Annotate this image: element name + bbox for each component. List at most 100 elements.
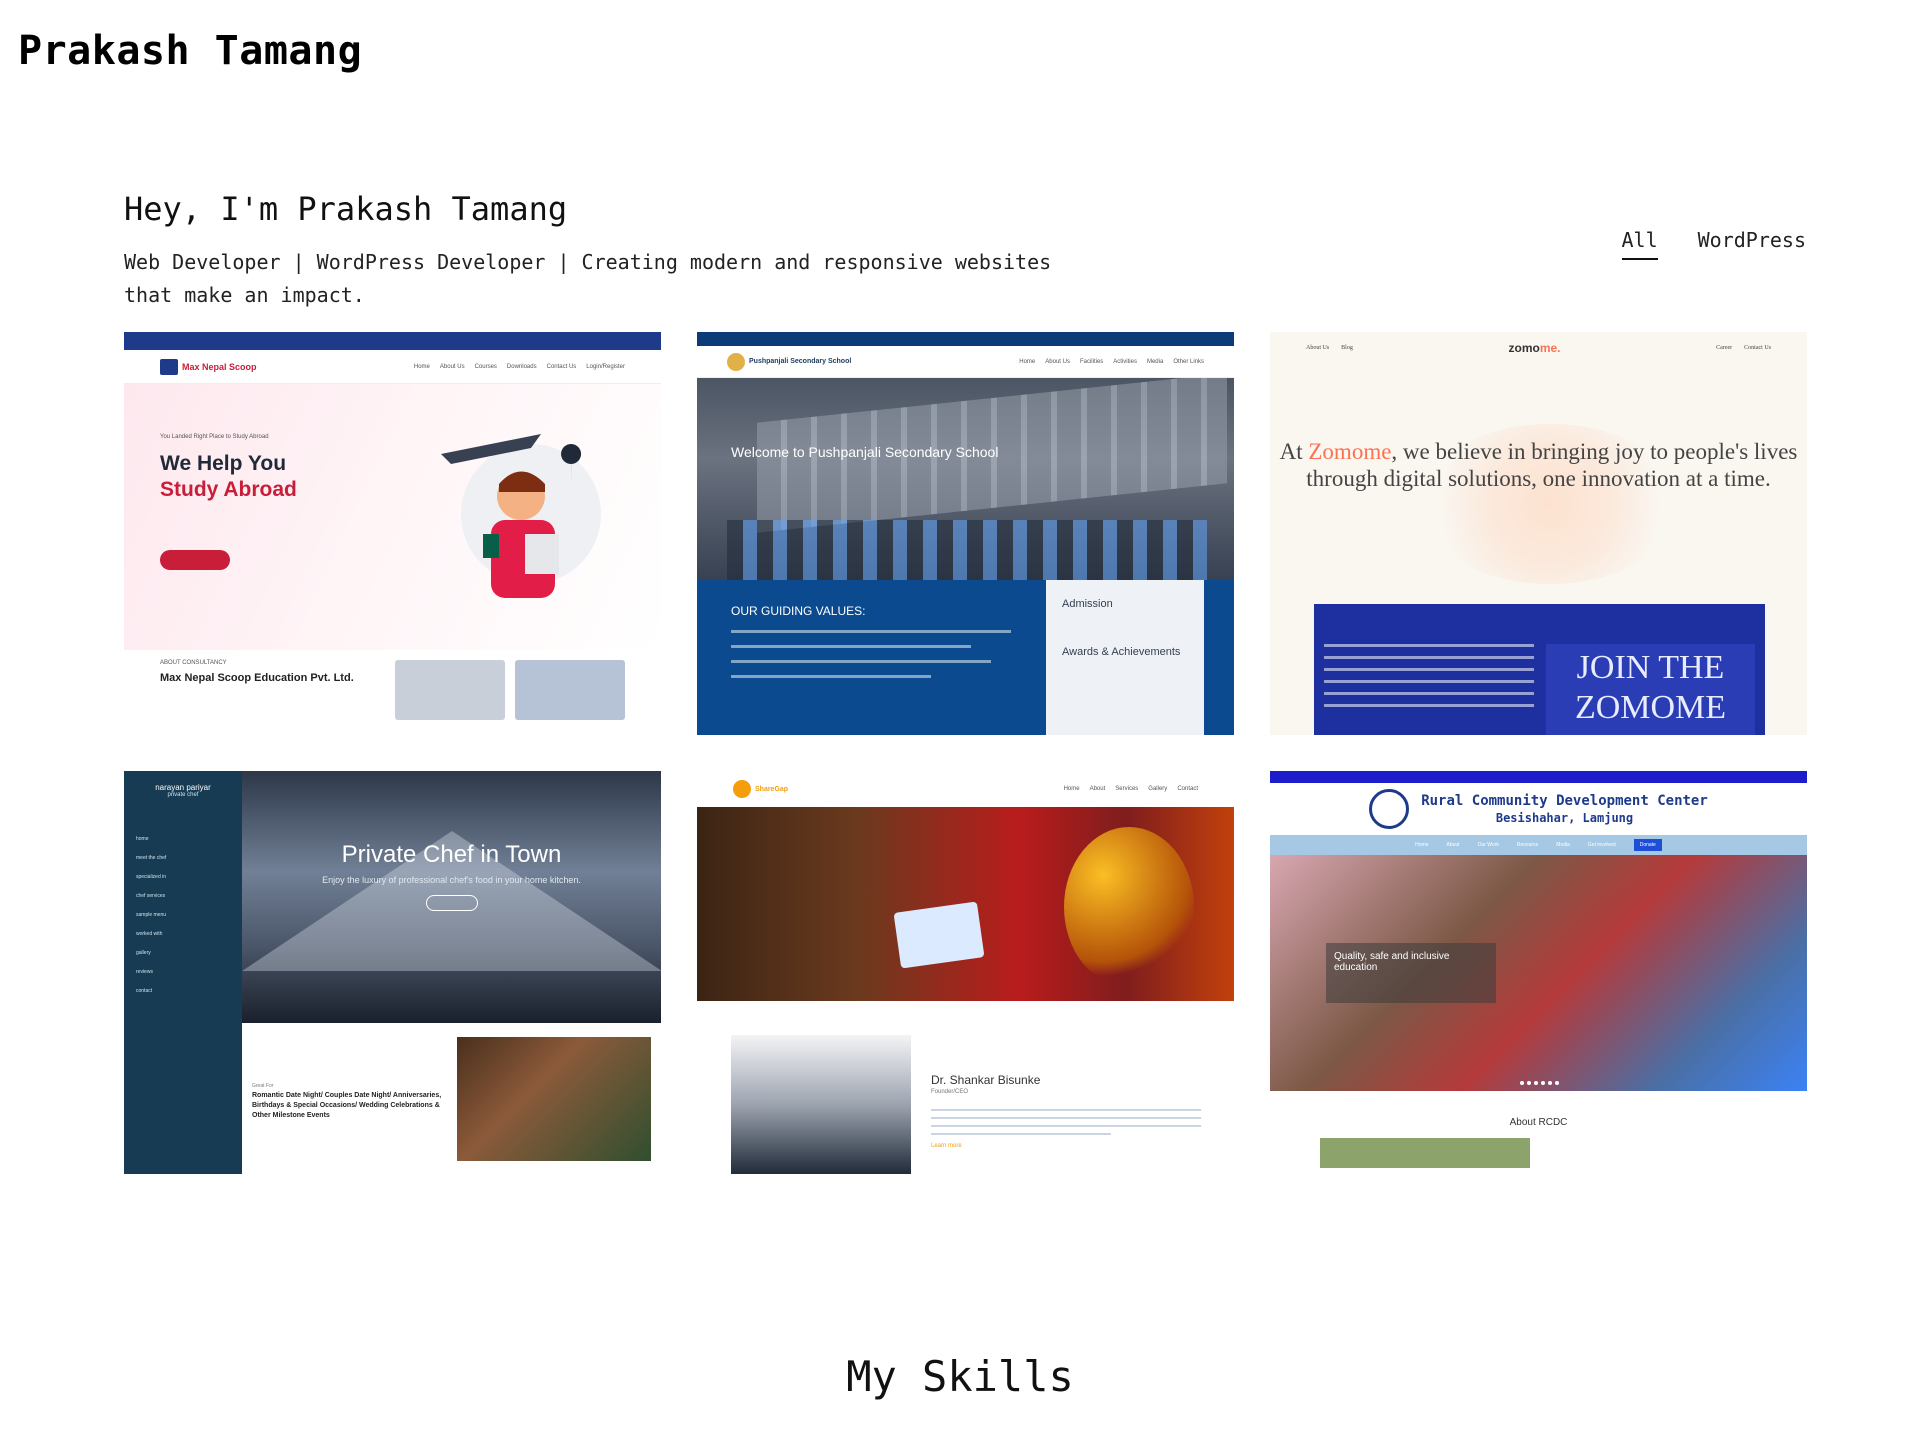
project-nav: Pushpanjali Secondary School Home About …: [697, 346, 1234, 378]
slider-dot: [1534, 1081, 1538, 1085]
join-heading: JOIN THE ZOMOME: [1546, 644, 1755, 735]
text-line: [931, 1109, 1201, 1111]
chef-menu-item: reviews: [136, 969, 153, 975]
great-for-kicker: Great For: [252, 1083, 274, 1089]
get-started-button: [160, 550, 230, 570]
nav-link: Downloads: [506, 363, 537, 370]
logo-text: ShareGap: [755, 785, 789, 793]
project-header: Rural Community Development Center Besis…: [1270, 783, 1807, 835]
chef-menu-item: worked with: [136, 931, 163, 937]
nav-link: Our Work: [1477, 842, 1499, 848]
chef-name: narayan pariyar: [155, 783, 211, 792]
project-card-sharegap[interactable]: ShareGap Home About Services Gallery Con…: [697, 771, 1234, 1174]
chef-sidebar: narayan pariyar private chef home meet t…: [124, 771, 242, 1174]
nav-link: About: [1446, 842, 1460, 848]
guiding-values: OUR GUIDING VALUES:: [697, 580, 1046, 735]
chef-menu: home meet the chef specialized in chef s…: [124, 836, 242, 1007]
topbar: [697, 332, 1234, 346]
nav-link: Resource: [1516, 842, 1539, 848]
filter-tab-wordpress[interactable]: WordPress: [1698, 228, 1806, 260]
slider-dot: [1555, 1081, 1559, 1085]
project-nav: About Us Blog zomome. Career Contact Us: [1270, 332, 1807, 364]
chef-menu-item: contact: [136, 988, 153, 994]
filter-tab-all[interactable]: All: [1621, 228, 1658, 260]
text-line: [1324, 704, 1534, 707]
founder-name: Dr. Shankar Bisunke: [931, 1073, 1041, 1087]
project-logo: zomome.: [1508, 341, 1560, 355]
founder-bio: [931, 1109, 1201, 1135]
text-line: [731, 630, 1011, 633]
great-for-text: Great For Romantic Date Night/ Couples D…: [252, 1037, 452, 1161]
project-card-rcdc[interactable]: Rural Community Development Center Besis…: [1270, 771, 1807, 1174]
project-nav: ShareGap Home About Services Gallery Con…: [697, 771, 1234, 807]
hero-tagline: Web Developer | WordPress Developer | Cr…: [124, 250, 1052, 307]
org-location: Besishahar, Lamjung: [1495, 811, 1634, 825]
nav-link: Services: [1115, 786, 1139, 792]
topbar: [1270, 771, 1807, 783]
join-panel: JOIN THE ZOMOME: [1314, 604, 1765, 735]
about-heading: About RCDC: [1509, 1117, 1568, 1128]
donate-button: Donate: [1633, 839, 1662, 851]
about-photo: [1320, 1138, 1530, 1168]
chef-role: private chef: [167, 792, 199, 798]
text-line: [931, 1117, 1201, 1119]
project-nav-links: Home About Us Facilities Activities Medi…: [1019, 359, 1204, 365]
chef-menu-item: sample menu: [136, 912, 167, 918]
slider-dot: [1548, 1081, 1552, 1085]
nav-link: About Us: [439, 363, 465, 370]
certificate-image: [893, 901, 985, 969]
balloons-image: [1064, 827, 1194, 987]
project-nav-links: Home About Us Courses Downloads Contact …: [414, 364, 625, 370]
project-card-zomome[interactable]: About Us Blog zomome. Career Contact Us …: [1270, 332, 1807, 735]
school-crest-icon: [727, 352, 745, 371]
slider-dot: [1541, 1081, 1545, 1085]
text-line: [1324, 644, 1534, 647]
text-line: [1324, 692, 1534, 695]
learn-more-link: Learn more: [931, 1143, 962, 1149]
about-photos: [395, 660, 625, 720]
founder-info: Dr. Shankar Bisunke Founder/CEO Learn mo…: [931, 1035, 1201, 1174]
values-section: OUR GUIDING VALUES: Admission Awards & A…: [697, 580, 1234, 735]
chef-main: Private Chef in Town Enjoy the luxury of…: [242, 771, 661, 1174]
nav-link: Courses: [474, 363, 497, 370]
hero-subheading: Enjoy the luxury of professional chef's …: [322, 875, 581, 885]
text-line: [731, 675, 931, 678]
founder-section: Dr. Shankar Bisunke Founder/CEO Learn mo…: [697, 1001, 1234, 1174]
text-line: [731, 660, 991, 663]
site-title[interactable]: Prakash Tamang: [18, 28, 362, 74]
portfolio-grid: Max Nepal Scoop Home About Us Courses Do…: [124, 332, 1807, 1174]
text-line: [1324, 668, 1534, 671]
org-name: Rural Community Development Center: [1421, 793, 1708, 809]
project-hero: Quality, safe and inclusive education: [1270, 855, 1807, 1091]
about-kicker: ABOUT CONSULTANCY: [160, 660, 227, 666]
nav-right: Career Contact Us: [1716, 345, 1771, 351]
founder-portrait: [731, 1035, 911, 1174]
project-title: Rural Community Development Center Besis…: [1421, 793, 1708, 825]
logo-mark-icon: [160, 358, 178, 375]
chef-menu-item: chef services: [136, 893, 166, 899]
nav-link: Home: [413, 363, 430, 370]
project-card-private-chef[interactable]: narayan pariyar private chef home meet t…: [124, 771, 661, 1174]
project-nav: Max Nepal Scoop Home About Us Courses Do…: [124, 350, 661, 384]
project-hero: Private Chef in Town Enjoy the luxury of…: [242, 771, 661, 1023]
great-for-list: Romantic Date Night/ Couples Date Night/…: [252, 1092, 442, 1119]
project-card-pushpanjali-school[interactable]: Pushpanjali Secondary School Home About …: [697, 332, 1234, 735]
text-line: [731, 645, 971, 648]
quote-prefix: At: [1279, 439, 1309, 464]
sharegap-logo-icon: [733, 780, 751, 798]
project-nav-links: Home About Services Gallery Contact: [1064, 786, 1198, 792]
hero-heading: Private Chef in Town: [341, 841, 562, 868]
nav-link: Home: [1415, 842, 1429, 848]
side-link-admission: Admission: [1062, 598, 1113, 610]
edge-strip: [1204, 580, 1234, 735]
nav-link: About Us: [1306, 345, 1330, 351]
logo-text: Pushpanjali Secondary School: [749, 358, 852, 365]
project-hero: You Landed Right Place to Study Abroad W…: [124, 384, 661, 650]
award-photo: [697, 807, 1234, 1001]
quote-brand: Zomome: [1308, 439, 1392, 464]
slider-dot: [1527, 1081, 1531, 1085]
contact-button: [425, 895, 478, 911]
project-card-max-nepal-scoop[interactable]: Max Nepal Scoop Home About Us Courses Do…: [124, 332, 661, 735]
nav-link: Contact Us: [546, 363, 577, 370]
hero-section: Hey, I'm Prakash Tamang Web Developer | …: [124, 190, 1084, 312]
